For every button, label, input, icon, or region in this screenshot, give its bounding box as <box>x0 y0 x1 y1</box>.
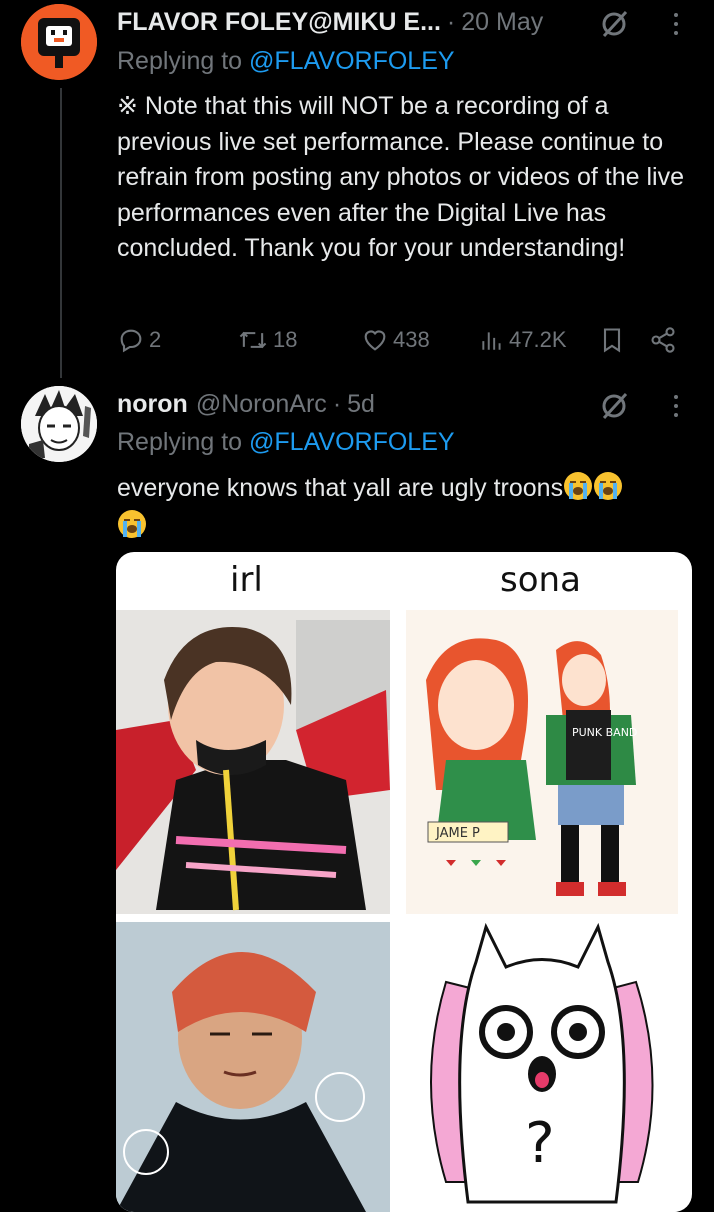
replying-handle-link[interactable]: @FLAVORFOLEY <box>249 47 455 75</box>
replying-prefix: Replying to <box>117 47 243 75</box>
replying-prefix: Replying to <box>117 428 243 456</box>
avatar[interactable] <box>21 4 97 80</box>
repost-button[interactable]: 18 <box>237 320 297 360</box>
repost-count: 18 <box>273 327 298 352</box>
loudly-crying-face-icon <box>594 472 623 500</box>
label-irl: irl <box>230 560 263 600</box>
tweet-text: everyone knows that yall are ugly troons <box>117 474 564 502</box>
tweet-header: FLAVOR FOLEY@MIKU E... · 20 May <box>117 4 543 40</box>
replying-to: Replying to @FLAVORFOLEY <box>117 47 455 76</box>
tweet-flavorfoley[interactable]: FLAVOR FOLEY@MIKU E... · 20 May Replying… <box>0 0 714 380</box>
share-icon <box>651 327 675 353</box>
bookmark-button[interactable] <box>600 320 624 360</box>
art-sona-2: ? <box>406 922 678 1212</box>
repost-icon <box>239 331 267 349</box>
loudly-crying-face-icon <box>564 472 593 500</box>
views-icon <box>482 332 501 350</box>
separator-dot: · <box>446 7 456 36</box>
sona-name-tag: JAME P <box>435 826 480 841</box>
tweet-date[interactable]: 5d <box>347 390 375 419</box>
replying-to: Replying to @FLAVORFOLEY <box>117 428 455 457</box>
share-button[interactable] <box>649 320 677 360</box>
more-icon[interactable] <box>666 388 686 424</box>
grok-icon[interactable] <box>596 6 632 42</box>
mascot-question-mark: ? <box>525 1111 555 1176</box>
display-name[interactable]: noron <box>117 390 188 419</box>
tweet-header: noron @NoronArc · 5d <box>117 386 375 422</box>
photo-irl-2 <box>116 922 390 1212</box>
more-icon[interactable] <box>666 6 686 42</box>
sona-shirt-text: PUNK BAND <box>572 726 637 739</box>
avatar[interactable] <box>21 386 97 462</box>
label-sona: sona <box>500 560 581 600</box>
photo-irl-1 <box>116 610 390 914</box>
separator-dot: · <box>332 389 342 418</box>
views-button[interactable]: 47.2K <box>479 320 567 360</box>
tweet-actions: 2 18 438 47.2K <box>117 320 687 360</box>
reply-icon <box>120 329 142 353</box>
manga-avatar-image <box>21 386 97 462</box>
like-button[interactable]: 438 <box>361 320 430 360</box>
reply-button[interactable]: 2 <box>117 320 161 360</box>
like-count: 438 <box>393 327 430 352</box>
reply-count: 2 <box>149 327 162 352</box>
user-handle[interactable]: @NoronArc <box>196 390 327 419</box>
views-count: 47.2K <box>509 327 567 352</box>
flavor-foley-logo-icon <box>21 4 97 80</box>
display-name[interactable]: FLAVOR FOLEY@MIKU E... <box>117 8 441 37</box>
loudly-crying-face-icon <box>118 510 146 538</box>
bookmark-icon <box>603 328 621 353</box>
art-sona-1: PUNK BAND JAME P <box>406 610 678 914</box>
replying-handle-link[interactable]: @FLAVORFOLEY <box>249 428 455 456</box>
tweet-media-image[interactable]: irl sona PUNK BAND JAME P ? <box>116 552 692 1212</box>
grok-icon[interactable] <box>596 388 632 424</box>
like-icon <box>364 330 386 351</box>
tweet-text-block: everyone knows that yall are ugly troons <box>117 469 692 545</box>
tweet-text: ※ Note that this will NOT be a recording… <box>117 92 684 262</box>
tweet-date[interactable]: 20 May <box>461 8 543 37</box>
